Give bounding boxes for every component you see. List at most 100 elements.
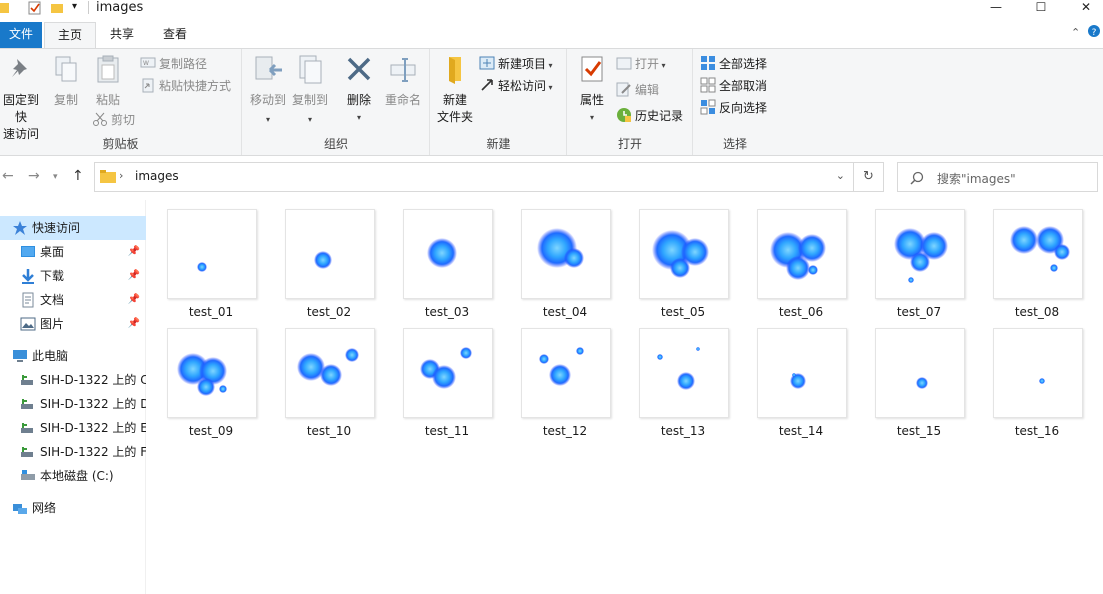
search-box[interactable]: 搜索"images": [897, 162, 1098, 192]
open-button[interactable]: 打开 ▾: [616, 55, 666, 75]
properties-button[interactable]: 属性 ▾: [572, 53, 612, 126]
new-item-icon: [479, 56, 495, 70]
file-item[interactable]: test_10: [279, 319, 379, 439]
file-item[interactable]: test_13: [633, 319, 733, 439]
minimize-button[interactable]: —: [981, 0, 1011, 16]
invert-selection-button[interactable]: 反向选择: [700, 99, 767, 119]
help-icon[interactable]: ?: [1087, 24, 1101, 41]
file-thumbnail[interactable]: [875, 209, 965, 299]
move-to-button[interactable]: 移动到 ▾: [247, 53, 289, 128]
file-item[interactable]: test_03: [397, 200, 497, 320]
file-item[interactable]: test_06: [751, 200, 851, 320]
collapse-ribbon-icon[interactable]: ⌃: [1071, 26, 1080, 39]
properties-dropdown-icon[interactable]: ▾: [572, 109, 612, 126]
nav-pictures[interactable]: 图片 📌: [0, 312, 146, 336]
file-item[interactable]: test_08: [987, 200, 1087, 320]
file-thumbnail[interactable]: [521, 328, 611, 418]
properties-quick-icon[interactable]: [28, 0, 42, 16]
file-item[interactable]: test_14: [751, 319, 851, 439]
paste-button[interactable]: 粘贴: [90, 53, 126, 109]
breadcrumb-chevron-icon[interactable]: ›: [119, 169, 123, 182]
back-arrow-icon[interactable]: ←: [2, 168, 14, 184]
nav-downloads[interactable]: 下载 📌: [0, 264, 146, 288]
file-thumbnail[interactable]: [285, 209, 375, 299]
file-thumbnail[interactable]: [167, 328, 257, 418]
file-name: test_06: [778, 305, 824, 319]
select-none-button[interactable]: 全部取消: [700, 77, 767, 97]
nav-network-drive-f[interactable]: SIH-D-1322 上的 F: [0, 440, 146, 464]
move-to-label: 移动到 ▾: [249, 93, 286, 124]
address-dropdown-icon[interactable]: ⌄: [836, 169, 845, 182]
tab-share[interactable]: 共享: [98, 22, 146, 48]
file-thumbnail[interactable]: [285, 328, 375, 418]
history-button[interactable]: 历史记录: [616, 107, 683, 127]
svg-text:?: ?: [1092, 28, 1097, 38]
copy-button[interactable]: 复制: [48, 53, 84, 109]
nav-this-pc[interactable]: 此电脑: [0, 344, 146, 368]
easy-access-button[interactable]: 轻松访问 ▾: [479, 77, 553, 97]
new-item-button[interactable]: 新建项目 ▾: [479, 55, 553, 75]
file-list: test_01 test_02 test_03 test_04 test_05 test_…: [147, 200, 1103, 594]
nav-local-disk[interactable]: 本地磁盘 (C:): [0, 464, 146, 488]
new-folder-quick-icon[interactable]: [50, 0, 64, 16]
file-thumbnail[interactable]: [875, 328, 965, 418]
file-item[interactable]: test_01: [161, 200, 261, 320]
address-bar[interactable]: › images ⌄: [94, 162, 854, 192]
nav-network[interactable]: 网络: [0, 496, 146, 520]
copy-path-button[interactable]: W 复制路径: [140, 55, 207, 75]
file-thumbnail[interactable]: [993, 328, 1083, 418]
new-folder-button[interactable]: 新建 文件夹: [433, 53, 477, 126]
file-name: test_05: [660, 305, 706, 319]
nav-label: 图片: [40, 317, 65, 331]
cut-button[interactable]: 剪切: [92, 111, 135, 131]
rename-button[interactable]: 重命名: [381, 53, 425, 109]
file-item[interactable]: test_05: [633, 200, 733, 320]
file-thumbnail[interactable]: [167, 209, 257, 299]
close-button[interactable]: ✕: [1071, 0, 1101, 16]
nav-documents[interactable]: 文档 📌: [0, 288, 146, 312]
file-thumbnail[interactable]: [757, 328, 847, 418]
file-thumbnail[interactable]: [993, 209, 1083, 299]
breadcrumb-current[interactable]: images: [135, 169, 179, 183]
nav-desktop[interactable]: 桌面 📌: [0, 240, 146, 264]
file-thumbnail[interactable]: [639, 328, 729, 418]
file-thumbnail[interactable]: [639, 209, 729, 299]
file-item[interactable]: test_09: [161, 319, 261, 439]
edit-button[interactable]: 编辑: [616, 81, 659, 101]
file-item[interactable]: test_12: [515, 319, 615, 439]
delete-dropdown-icon[interactable]: ▾: [341, 109, 377, 126]
file-thumbnail[interactable]: [521, 209, 611, 299]
file-item[interactable]: test_15: [869, 319, 969, 439]
pin-icon[interactable]: 📌: [128, 264, 140, 288]
file-name: test_04: [542, 305, 588, 319]
copy-path-icon: W: [140, 57, 156, 68]
quick-access-dropdown-icon[interactable]: ▾: [72, 0, 77, 16]
file-thumbnail[interactable]: [757, 209, 847, 299]
file-thumbnail[interactable]: [403, 328, 493, 418]
copy-to-button[interactable]: 复制到 ▾: [289, 53, 331, 128]
maximize-button[interactable]: ☐: [1026, 0, 1056, 16]
nav-network-drive-c[interactable]: SIH-D-1322 上的 C: [0, 368, 146, 392]
pin-icon[interactable]: 📌: [128, 240, 140, 264]
tab-home[interactable]: 主页: [44, 22, 96, 48]
file-item[interactable]: test_11: [397, 319, 497, 439]
pin-to-quick-access-button[interactable]: 固定到快 速访问: [0, 53, 44, 143]
paste-shortcut-button[interactable]: 粘贴快捷方式: [140, 77, 231, 97]
file-item[interactable]: test_07: [869, 200, 969, 320]
nav-network-drive-d[interactable]: SIH-D-1322 上的 D: [0, 392, 146, 416]
delete-button[interactable]: 删除 ▾: [341, 53, 377, 126]
forward-arrow-icon[interactable]: →: [28, 168, 40, 184]
up-arrow-icon[interactable]: ↑: [72, 168, 84, 184]
file-item[interactable]: test_16: [987, 319, 1087, 439]
nav-quick-access[interactable]: 快速访问: [0, 216, 146, 240]
recent-locations-icon[interactable]: ▾: [53, 172, 58, 182]
file-thumbnail[interactable]: [403, 209, 493, 299]
nav-network-drive-e[interactable]: SIH-D-1322 上的 E: [0, 416, 146, 440]
file-item[interactable]: test_02: [279, 200, 379, 320]
refresh-button[interactable]: ↻: [854, 162, 884, 192]
pin-icon[interactable]: 📌: [128, 312, 140, 336]
pin-icon[interactable]: 📌: [128, 288, 140, 312]
file-item[interactable]: test_04: [515, 200, 615, 320]
select-all-button[interactable]: 全部选择: [700, 55, 767, 75]
tab-view[interactable]: 查看: [150, 22, 200, 48]
